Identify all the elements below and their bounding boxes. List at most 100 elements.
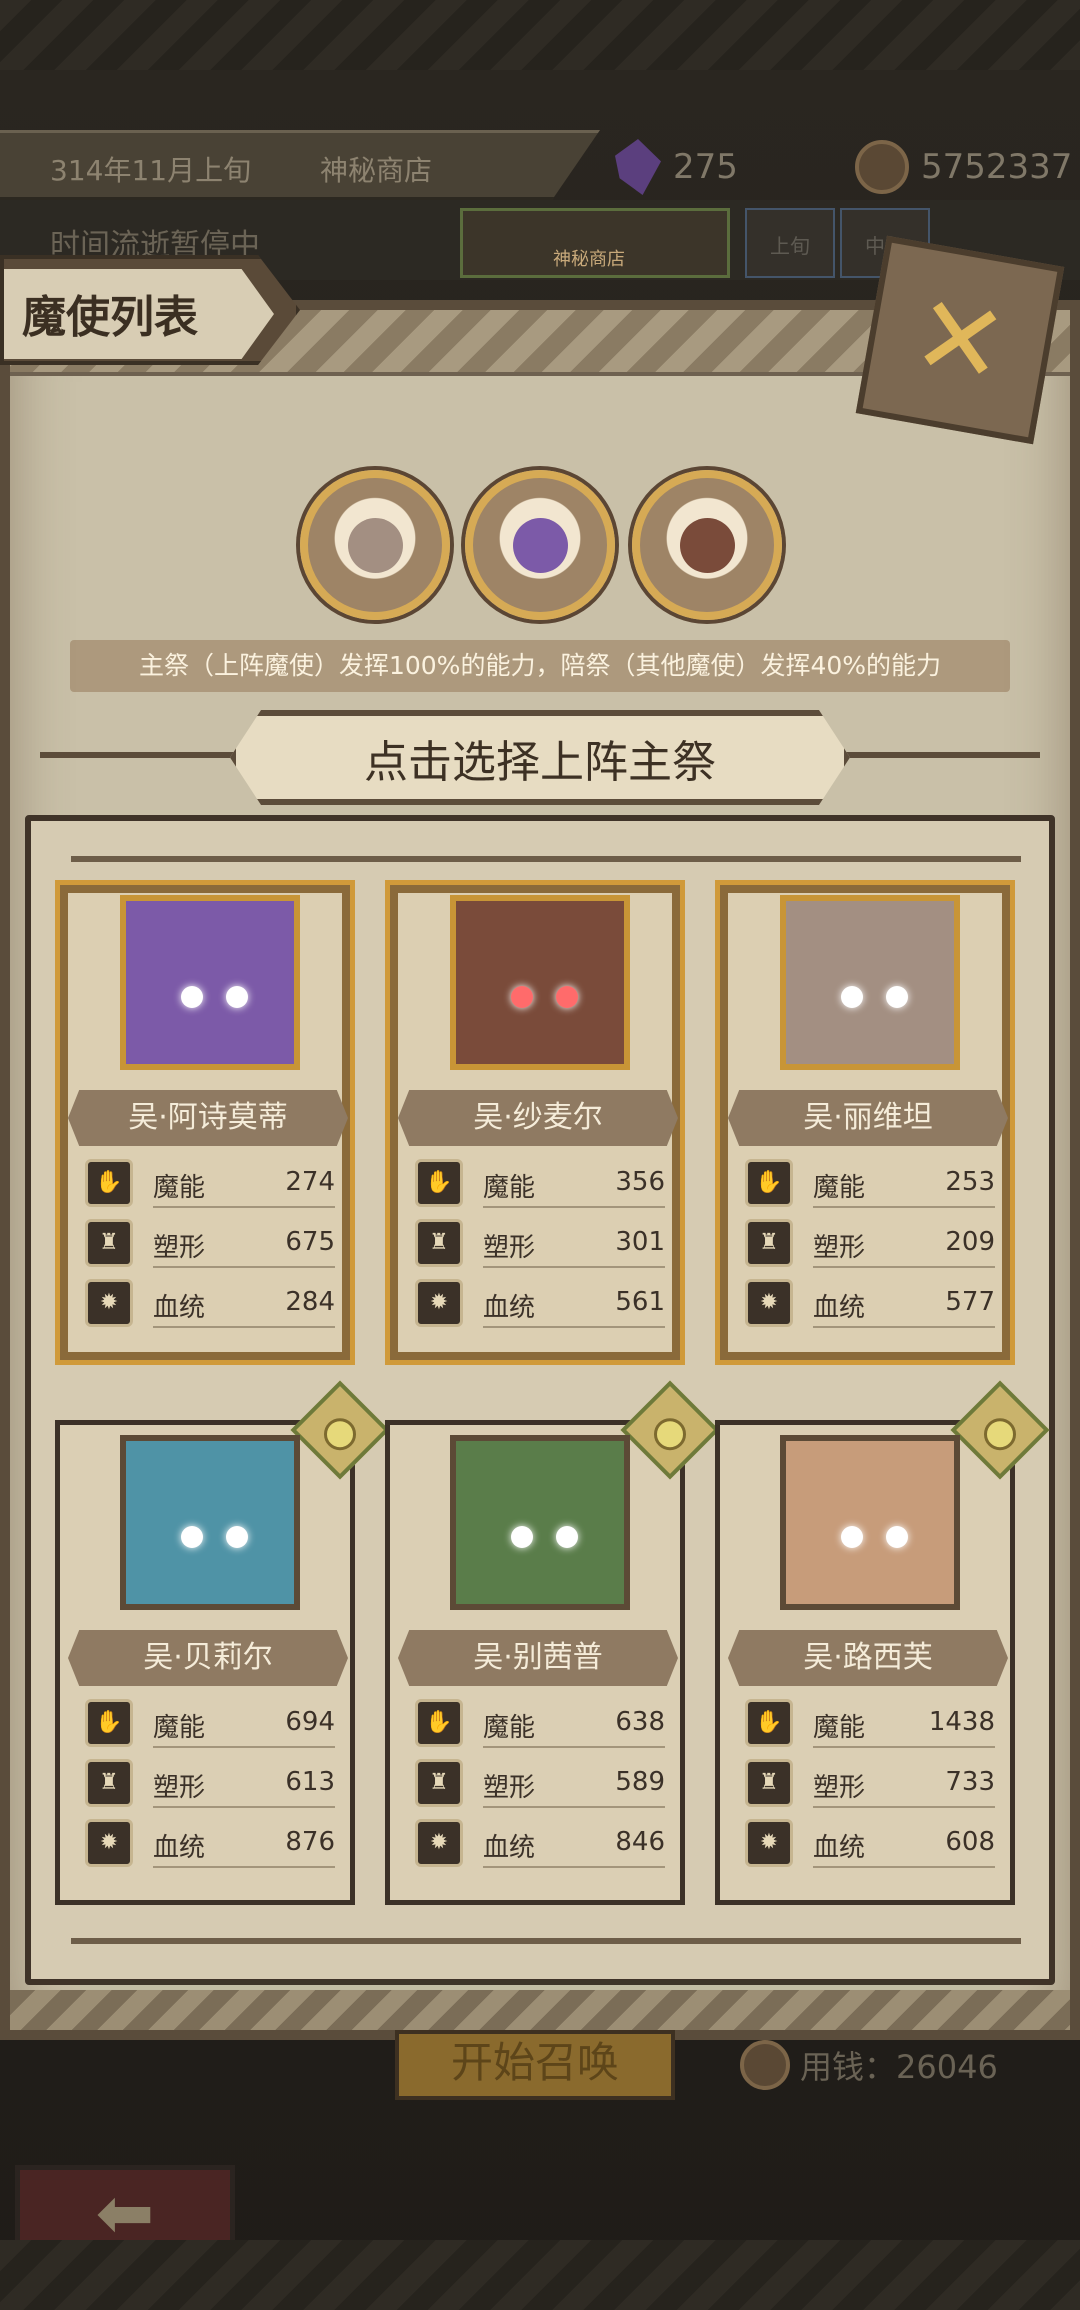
stat-value: 733 bbox=[945, 1767, 995, 1797]
mini-shop-label: 神秘商店 bbox=[553, 249, 625, 270]
envoy-name: 吴·丽维坦 bbox=[728, 1090, 1008, 1146]
portrait-eye bbox=[841, 986, 863, 1008]
body-shape-icon: ♜ bbox=[745, 1219, 793, 1267]
stat-value: 675 bbox=[285, 1227, 335, 1257]
envoy-list-screen: 314年11月上旬 神秘商店 275 5752337 时间流逝暂停中 神秘商店 … bbox=[0, 0, 1080, 2310]
stat-blood: ✹ 血统 608 bbox=[745, 1815, 995, 1870]
portrait-eye bbox=[841, 1526, 863, 1548]
envoy-card[interactable]: 吴·丽维坦 ✋ 魔能 253 ♜ 塑形 209 ✹ 血统 577 bbox=[715, 880, 1015, 1365]
stat-label: 血统 bbox=[813, 1833, 866, 1863]
blood-gear-icon: ✹ bbox=[415, 1279, 463, 1327]
stat-shape: ♜ 塑形 209 bbox=[745, 1215, 995, 1270]
magic-hand-icon: ✋ bbox=[415, 1159, 463, 1207]
top-decoration bbox=[0, 0, 1080, 70]
stat-shape: ♜ 塑形 301 bbox=[415, 1215, 665, 1270]
banner-right-line bbox=[840, 752, 1040, 758]
envoy-card[interactable]: 吴·路西芙 ✋ 魔能 1438 ♜ 塑形 733 ✹ 血统 608 bbox=[715, 1380, 1050, 1905]
stat-label: 塑形 bbox=[483, 1233, 536, 1263]
stat-value: 1438 bbox=[928, 1707, 995, 1737]
stat-value: 356 bbox=[615, 1167, 665, 1197]
magic-hand-icon: ✋ bbox=[85, 1699, 133, 1747]
start-summon-button[interactable]: 开始召唤 bbox=[395, 2030, 675, 2100]
stat-magic: ✋ 魔能 638 bbox=[415, 1695, 665, 1750]
envoy-name: 吴·贝莉尔 bbox=[68, 1630, 348, 1686]
choose-priest-banner: 点击选择上阵主祭 bbox=[230, 710, 850, 805]
stat-magic: ✋ 魔能 356 bbox=[415, 1155, 665, 1210]
portrait-eye bbox=[556, 1526, 578, 1548]
body-shape-icon: ♜ bbox=[85, 1219, 133, 1267]
banner-left-line bbox=[40, 752, 240, 758]
stat-magic: ✋ 魔能 694 bbox=[85, 1695, 335, 1750]
mini-shop-tab[interactable]: 神秘商店 bbox=[460, 208, 730, 278]
stat-label: 塑形 bbox=[153, 1773, 206, 1803]
stat-shape: ♜ 塑形 589 bbox=[415, 1755, 665, 1810]
envoy-name: 吴·纱麦尔 bbox=[398, 1090, 678, 1146]
magic-hand-icon: ✋ bbox=[85, 1159, 133, 1207]
envoy-portrait-icon bbox=[513, 518, 568, 573]
blood-gear-icon: ✹ bbox=[745, 1819, 793, 1867]
body-shape-icon: ♜ bbox=[415, 1759, 463, 1807]
stat-label: 魔能 bbox=[483, 1173, 536, 1203]
stat-blood: ✹ 血统 284 bbox=[85, 1275, 335, 1330]
stat-value: 846 bbox=[615, 1827, 665, 1857]
portrait-eye bbox=[511, 1526, 533, 1548]
portrait-eye bbox=[181, 986, 203, 1008]
panel-title: 魔使列表 bbox=[22, 292, 198, 343]
mini-tab-early[interactable]: 上旬 bbox=[745, 208, 835, 278]
body-shape-icon: ♜ bbox=[85, 1759, 133, 1807]
blood-gear-icon: ✹ bbox=[745, 1279, 793, 1327]
stat-blood: ✹ 血统 561 bbox=[415, 1275, 665, 1330]
gold-counter: 5752337 bbox=[855, 132, 1072, 202]
portrait-eye bbox=[886, 986, 908, 1008]
stat-magic: ✋ 魔能 253 bbox=[745, 1155, 995, 1210]
stat-value: 589 bbox=[615, 1767, 665, 1797]
location-label: 神秘商店 bbox=[320, 154, 433, 187]
crystal-count: 275 bbox=[673, 147, 738, 187]
bottom-decoration bbox=[0, 2240, 1080, 2310]
panel-bottom-frieze bbox=[10, 1990, 1070, 2030]
date-bar: 314年11月上旬 神秘商店 bbox=[0, 130, 600, 200]
stat-value: 613 bbox=[285, 1767, 335, 1797]
envoy-card[interactable]: 吴·贝莉尔 ✋ 魔能 694 ♜ 塑形 613 ✹ 血统 876 bbox=[55, 1380, 390, 1905]
close-button[interactable]: ✕ bbox=[855, 235, 1065, 445]
stat-value: 876 bbox=[285, 1827, 335, 1857]
stat-blood: ✹ 血统 846 bbox=[415, 1815, 665, 1870]
team-slot-3[interactable] bbox=[632, 470, 782, 620]
blood-gear-icon: ✹ bbox=[85, 1279, 133, 1327]
stat-label: 血统 bbox=[483, 1833, 536, 1863]
magic-hand-icon: ✋ bbox=[745, 1159, 793, 1207]
gold-count: 5752337 bbox=[921, 147, 1073, 187]
stat-label: 魔能 bbox=[483, 1713, 536, 1743]
team-slot-2[interactable] bbox=[465, 470, 615, 620]
body-shape-icon: ♜ bbox=[415, 1219, 463, 1267]
envoy-name: 吴·别茜普 bbox=[398, 1630, 678, 1686]
envoy-card[interactable]: 吴·阿诗莫蒂 ✋ 魔能 274 ♜ 塑形 675 ✹ 血统 284 bbox=[55, 880, 355, 1365]
back-arrow-icon: ⬅ bbox=[95, 2171, 155, 2254]
stat-label: 魔能 bbox=[813, 1173, 866, 1203]
magic-hand-icon: ✋ bbox=[415, 1699, 463, 1747]
portrait-eye bbox=[181, 1526, 203, 1548]
stat-blood: ✹ 血统 577 bbox=[745, 1275, 995, 1330]
envoy-card[interactable]: 吴·纱麦尔 ✋ 魔能 356 ♜ 塑形 301 ✹ 血统 561 bbox=[385, 880, 685, 1365]
envoy-portrait bbox=[120, 895, 300, 1070]
envoy-portrait bbox=[780, 895, 960, 1070]
pentagram-coin-icon bbox=[740, 2040, 790, 2090]
date-label: 314年11月上旬 bbox=[50, 154, 252, 187]
team-slot-1[interactable] bbox=[300, 470, 450, 620]
envoy-portrait-icon bbox=[348, 518, 403, 573]
stat-label: 魔能 bbox=[813, 1713, 866, 1743]
stat-value: 209 bbox=[945, 1227, 995, 1257]
blood-gear-icon: ✹ bbox=[85, 1819, 133, 1867]
stat-label: 塑形 bbox=[813, 1773, 866, 1803]
envoy-card[interactable]: 吴·别茜普 ✋ 魔能 638 ♜ 塑形 589 ✹ 血统 846 bbox=[385, 1380, 720, 1905]
magic-hand-icon: ✋ bbox=[745, 1699, 793, 1747]
stat-label: 血统 bbox=[153, 1833, 206, 1863]
stat-label: 塑形 bbox=[483, 1773, 536, 1803]
body-shape-icon: ♜ bbox=[745, 1759, 793, 1807]
stat-label: 魔能 bbox=[153, 1713, 206, 1743]
stat-value: 301 bbox=[615, 1227, 665, 1257]
envoy-portrait bbox=[450, 895, 630, 1070]
stat-label: 血统 bbox=[483, 1293, 536, 1323]
stat-blood: ✹ 血统 876 bbox=[85, 1815, 335, 1870]
stat-value: 284 bbox=[285, 1287, 335, 1317]
